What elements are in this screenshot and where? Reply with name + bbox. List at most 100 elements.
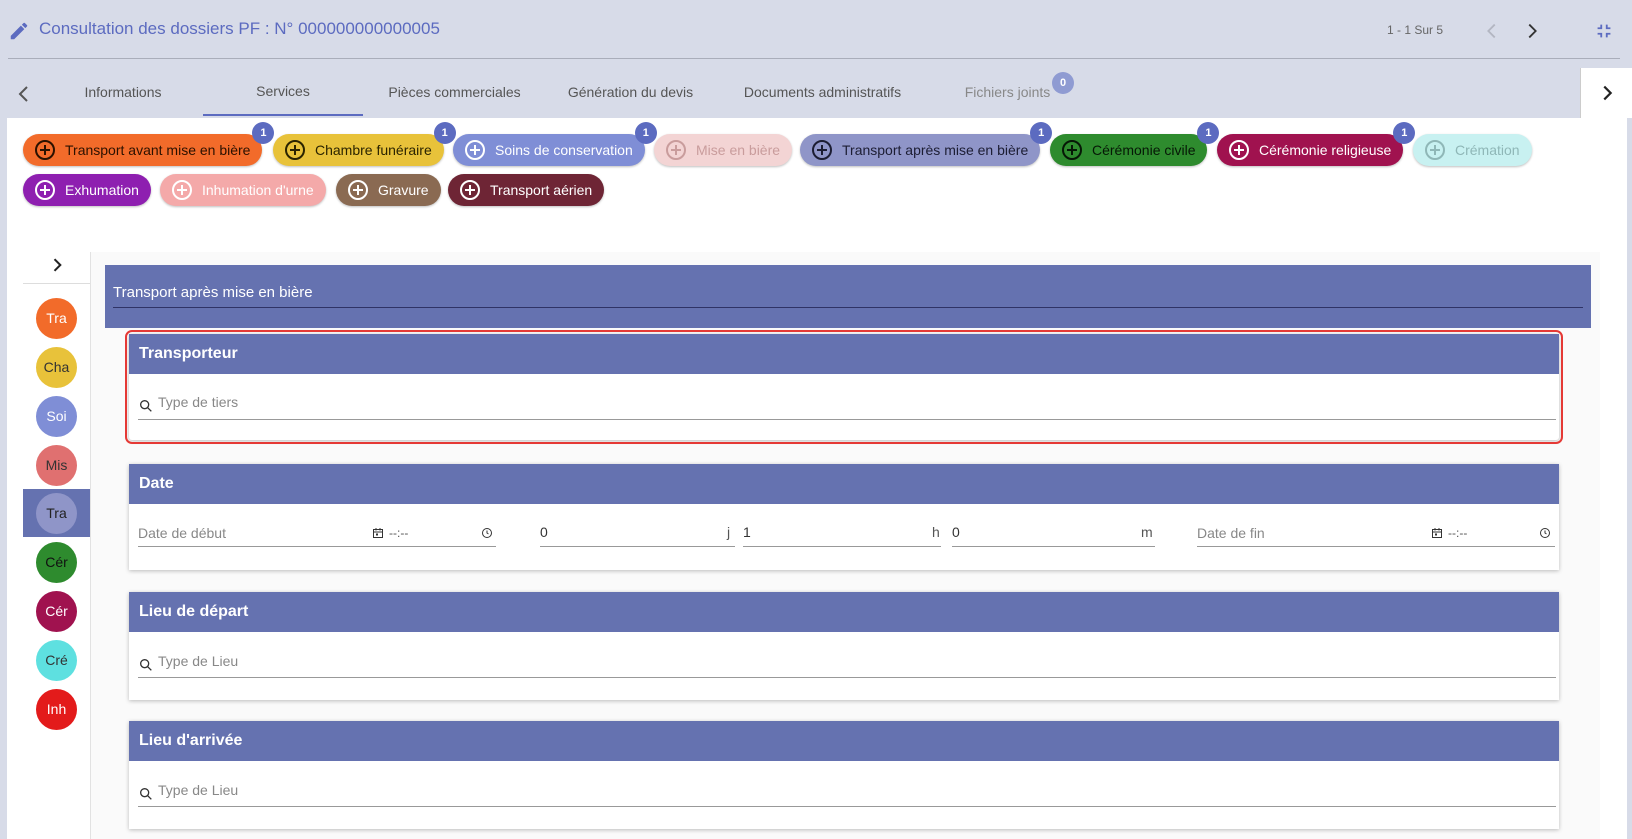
minutes-unit: m bbox=[1141, 524, 1153, 540]
lieu-depart-search-field[interactable]: Type de Lieu bbox=[138, 653, 1556, 677]
add-circle-icon bbox=[348, 180, 368, 200]
rail-item[interactable]: Cha bbox=[23, 343, 90, 391]
add-circle-icon bbox=[812, 140, 832, 160]
rail-item[interactable]: Cér bbox=[23, 587, 90, 635]
rail-expand-button[interactable] bbox=[23, 247, 90, 284]
tab-fichiers-joints[interactable]: Fichiers joints bbox=[955, 68, 1060, 116]
service-avatar: Mis bbox=[36, 444, 77, 486]
tab-pieces-commerciales[interactable]: Pièces commerciales bbox=[372, 68, 537, 116]
start-date-label[interactable]: Date de début bbox=[138, 525, 226, 541]
service-avatar-label: Cré bbox=[45, 652, 68, 668]
end-time-value[interactable]: --:-- bbox=[1448, 526, 1467, 540]
service-avatar: Cér bbox=[36, 541, 77, 583]
add-circle-icon bbox=[35, 140, 55, 160]
add-circle-icon bbox=[285, 140, 305, 160]
chip-label: Chambre funéraire bbox=[315, 142, 432, 158]
tab-generation-devis[interactable]: Génération du devis bbox=[548, 68, 713, 116]
chip-label: Exhumation bbox=[65, 182, 139, 198]
lieu-depart-card: Lieu de départ Type de Lieu bbox=[129, 592, 1559, 700]
chip-transport-aerien[interactable]: Transport aérien bbox=[448, 174, 605, 206]
tab-badge: 0 bbox=[1052, 72, 1074, 94]
add-circle-icon bbox=[1425, 140, 1445, 160]
chip-label: Cérémonie religieuse bbox=[1259, 142, 1392, 158]
rail-item[interactable]: Mis bbox=[23, 441, 90, 489]
search-icon bbox=[140, 659, 152, 671]
section-title: Transport après mise en bière bbox=[113, 284, 313, 301]
minutes-input[interactable]: 0 bbox=[952, 524, 960, 540]
service-avatar-label: Cér bbox=[45, 603, 68, 619]
clock-icon[interactable] bbox=[1539, 527, 1551, 539]
rail-item[interactable]: Soi bbox=[23, 392, 90, 440]
chip-label: Transport après mise en bière bbox=[842, 142, 1029, 158]
chip-cremation[interactable]: Crémation bbox=[1413, 134, 1532, 166]
tab-label: Services bbox=[256, 83, 310, 99]
transporteur-card: Transporteur Type de tiers bbox=[125, 330, 1563, 444]
chevron-left-icon[interactable] bbox=[1481, 20, 1503, 42]
chip-exhumation[interactable]: Exhumation bbox=[23, 174, 151, 206]
field-underline bbox=[138, 806, 1556, 807]
calendar-icon[interactable] bbox=[1431, 527, 1443, 539]
service-avatar-label: Soi bbox=[46, 408, 67, 424]
chip-badge: 1 bbox=[433, 122, 456, 144]
tab-label: Pièces commerciales bbox=[388, 84, 521, 100]
chip-label: Gravure bbox=[378, 182, 429, 198]
tab-scroll-left-icon[interactable] bbox=[12, 82, 36, 106]
header-divider bbox=[8, 58, 1620, 59]
add-circle-icon bbox=[465, 140, 485, 160]
tab-label: Documents administratifs bbox=[743, 84, 902, 100]
field-underline bbox=[138, 546, 496, 547]
rail-item[interactable]: Tra bbox=[23, 294, 90, 342]
clock-icon[interactable] bbox=[481, 527, 493, 539]
edit-icon[interactable] bbox=[8, 20, 30, 42]
chip-ceremonie-religieuse[interactable]: Cérémonie religieuse 1 bbox=[1217, 122, 1416, 166]
calendar-icon[interactable] bbox=[372, 527, 384, 539]
search-placeholder: Type de Lieu bbox=[158, 653, 239, 669]
transporteur-search-field[interactable]: Type de tiers bbox=[138, 394, 1556, 418]
service-avatar-label: Tra bbox=[46, 505, 67, 521]
days-input[interactable]: 0 bbox=[540, 524, 548, 540]
chip-badge: 1 bbox=[634, 122, 657, 144]
tab-services[interactable]: Services bbox=[203, 68, 363, 116]
chip-chambre-funeraire[interactable]: Chambre funéraire 1 bbox=[273, 122, 456, 166]
card-title: Date bbox=[129, 464, 1559, 504]
rail-item-active[interactable]: Tra bbox=[23, 489, 90, 537]
end-date-label[interactable]: Date de fin bbox=[1197, 525, 1265, 541]
start-time-value[interactable]: --:-- bbox=[389, 526, 408, 540]
search-placeholder: Type de Lieu bbox=[158, 782, 239, 798]
tab-label: Fichiers joints bbox=[964, 84, 1051, 100]
chip-inhumation-urne[interactable]: Inhumation d'urne bbox=[160, 174, 326, 206]
chevron-right-icon[interactable] bbox=[1521, 20, 1543, 42]
section-header: Transport après mise en bière bbox=[105, 265, 1591, 328]
field-underline bbox=[1197, 546, 1555, 547]
service-avatar: Tra bbox=[36, 492, 77, 534]
card-title: Transporteur bbox=[129, 334, 1559, 374]
service-avatar: Cha bbox=[36, 346, 77, 388]
add-circle-icon bbox=[1229, 140, 1249, 160]
chip-gravure[interactable]: Gravure bbox=[336, 174, 441, 206]
chip-transport-avant[interactable]: Transport avant mise en bière 1 bbox=[23, 122, 275, 166]
search-icon bbox=[140, 400, 152, 412]
service-avatar: Soi bbox=[36, 395, 77, 437]
tab-documents-administratifs[interactable]: Documents administratifs bbox=[730, 68, 915, 116]
tab-scroll-right[interactable] bbox=[1580, 68, 1632, 118]
card-title: Lieu de départ bbox=[129, 592, 1559, 632]
rail-item[interactable]: Cér bbox=[23, 538, 90, 586]
lieu-arrivee-search-field[interactable]: Type de Lieu bbox=[138, 782, 1556, 806]
chip-ceremonie-civile[interactable]: Cérémonie civile 1 bbox=[1050, 122, 1220, 166]
lieu-arrivee-card: Lieu d'arrivée Type de Lieu bbox=[129, 721, 1559, 829]
collapse-icon[interactable] bbox=[1593, 20, 1615, 42]
service-avatar-label: Cér bbox=[45, 554, 68, 570]
tab-informations[interactable]: Informations bbox=[48, 68, 198, 116]
rail-item[interactable]: Cré bbox=[23, 636, 90, 684]
card-title: Lieu d'arrivée bbox=[129, 721, 1559, 761]
chip-mise-en-biere[interactable]: Mise en bière bbox=[654, 134, 793, 166]
search-placeholder: Type de tiers bbox=[158, 394, 239, 410]
add-circle-icon bbox=[35, 180, 55, 200]
rail-item[interactable]: Inh bbox=[23, 685, 90, 733]
chip-transport-apres[interactable]: Transport après mise en bière 1 bbox=[800, 122, 1053, 166]
chip-label: Cérémonie civile bbox=[1092, 142, 1196, 158]
pager-text: 1 - 1 Sur 5 bbox=[1387, 23, 1444, 37]
service-avatar: Cré bbox=[36, 639, 77, 681]
chip-soins-conservation[interactable]: Soins de conservation 1 bbox=[453, 122, 657, 166]
hours-input[interactable]: 1 bbox=[743, 524, 751, 540]
